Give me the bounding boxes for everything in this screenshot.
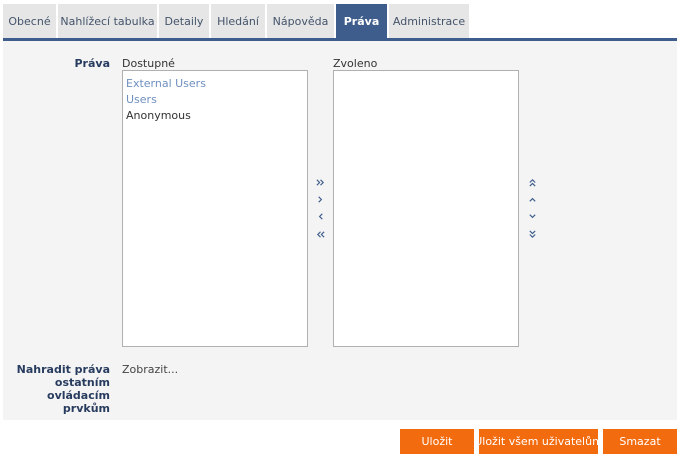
rights-label: Práva bbox=[74, 57, 110, 70]
save-all-users-button[interactable]: Uložit všem uživatelům bbox=[474, 429, 603, 454]
move-up-button[interactable] bbox=[524, 191, 540, 207]
available-caption: Dostupné bbox=[122, 57, 175, 70]
move-bottom-button[interactable] bbox=[524, 226, 540, 242]
tab-nahlizeci-tabulka[interactable]: Nahlížecí tabulka bbox=[58, 4, 157, 38]
selected-listbox[interactable] bbox=[333, 70, 519, 347]
tab-napoveda[interactable]: Nápověda bbox=[267, 4, 334, 38]
double-chevron-left-icon bbox=[316, 230, 325, 238]
double-chevron-down-icon bbox=[528, 229, 536, 238]
tab-hledani[interactable]: Hledání bbox=[211, 4, 265, 38]
tab-bar: Obecné Nahlížecí tabulka Detaily Hledání… bbox=[0, 0, 680, 41]
tab-prava[interactable]: Práva bbox=[336, 4, 387, 38]
replace-rights-label: Nahradit práva ostatním ovládacím prvkům bbox=[14, 363, 110, 415]
list-item[interactable]: Anonymous bbox=[123, 108, 307, 124]
chevron-left-icon bbox=[318, 212, 323, 220]
replace-rights-label-line: prvkům bbox=[62, 402, 110, 415]
double-chevron-right-icon bbox=[315, 178, 324, 186]
delete-button[interactable]: Smazat bbox=[603, 429, 677, 454]
replace-rights-label-line: ovládacím bbox=[47, 389, 110, 402]
move-top-button[interactable] bbox=[524, 174, 540, 190]
tab-detaily[interactable]: Detaily bbox=[159, 4, 209, 38]
save-button[interactable]: Uložit bbox=[400, 429, 474, 454]
chevron-right-icon bbox=[317, 195, 322, 203]
list-item[interactable]: External Users bbox=[123, 76, 307, 92]
show-link[interactable]: Zobrazit... bbox=[122, 363, 178, 376]
add-all-button[interactable] bbox=[312, 174, 328, 190]
tab-obecne[interactable]: Obecné bbox=[3, 4, 56, 38]
move-down-button[interactable] bbox=[524, 208, 540, 224]
remove-all-button[interactable] bbox=[312, 226, 328, 242]
chevron-up-icon bbox=[528, 197, 536, 202]
remove-button[interactable] bbox=[312, 208, 328, 224]
list-item[interactable]: Users bbox=[123, 92, 307, 108]
available-listbox[interactable]: External Users Users Anonymous bbox=[122, 70, 308, 347]
chevron-down-icon bbox=[528, 213, 536, 218]
selected-caption: Zvoleno bbox=[333, 57, 378, 70]
replace-rights-label-line: ostatním bbox=[54, 376, 110, 389]
double-chevron-up-icon bbox=[528, 178, 536, 187]
tab-administrace[interactable]: Administrace bbox=[389, 4, 469, 38]
add-button[interactable] bbox=[312, 191, 328, 207]
replace-rights-label-line: Nahradit práva bbox=[16, 363, 110, 376]
